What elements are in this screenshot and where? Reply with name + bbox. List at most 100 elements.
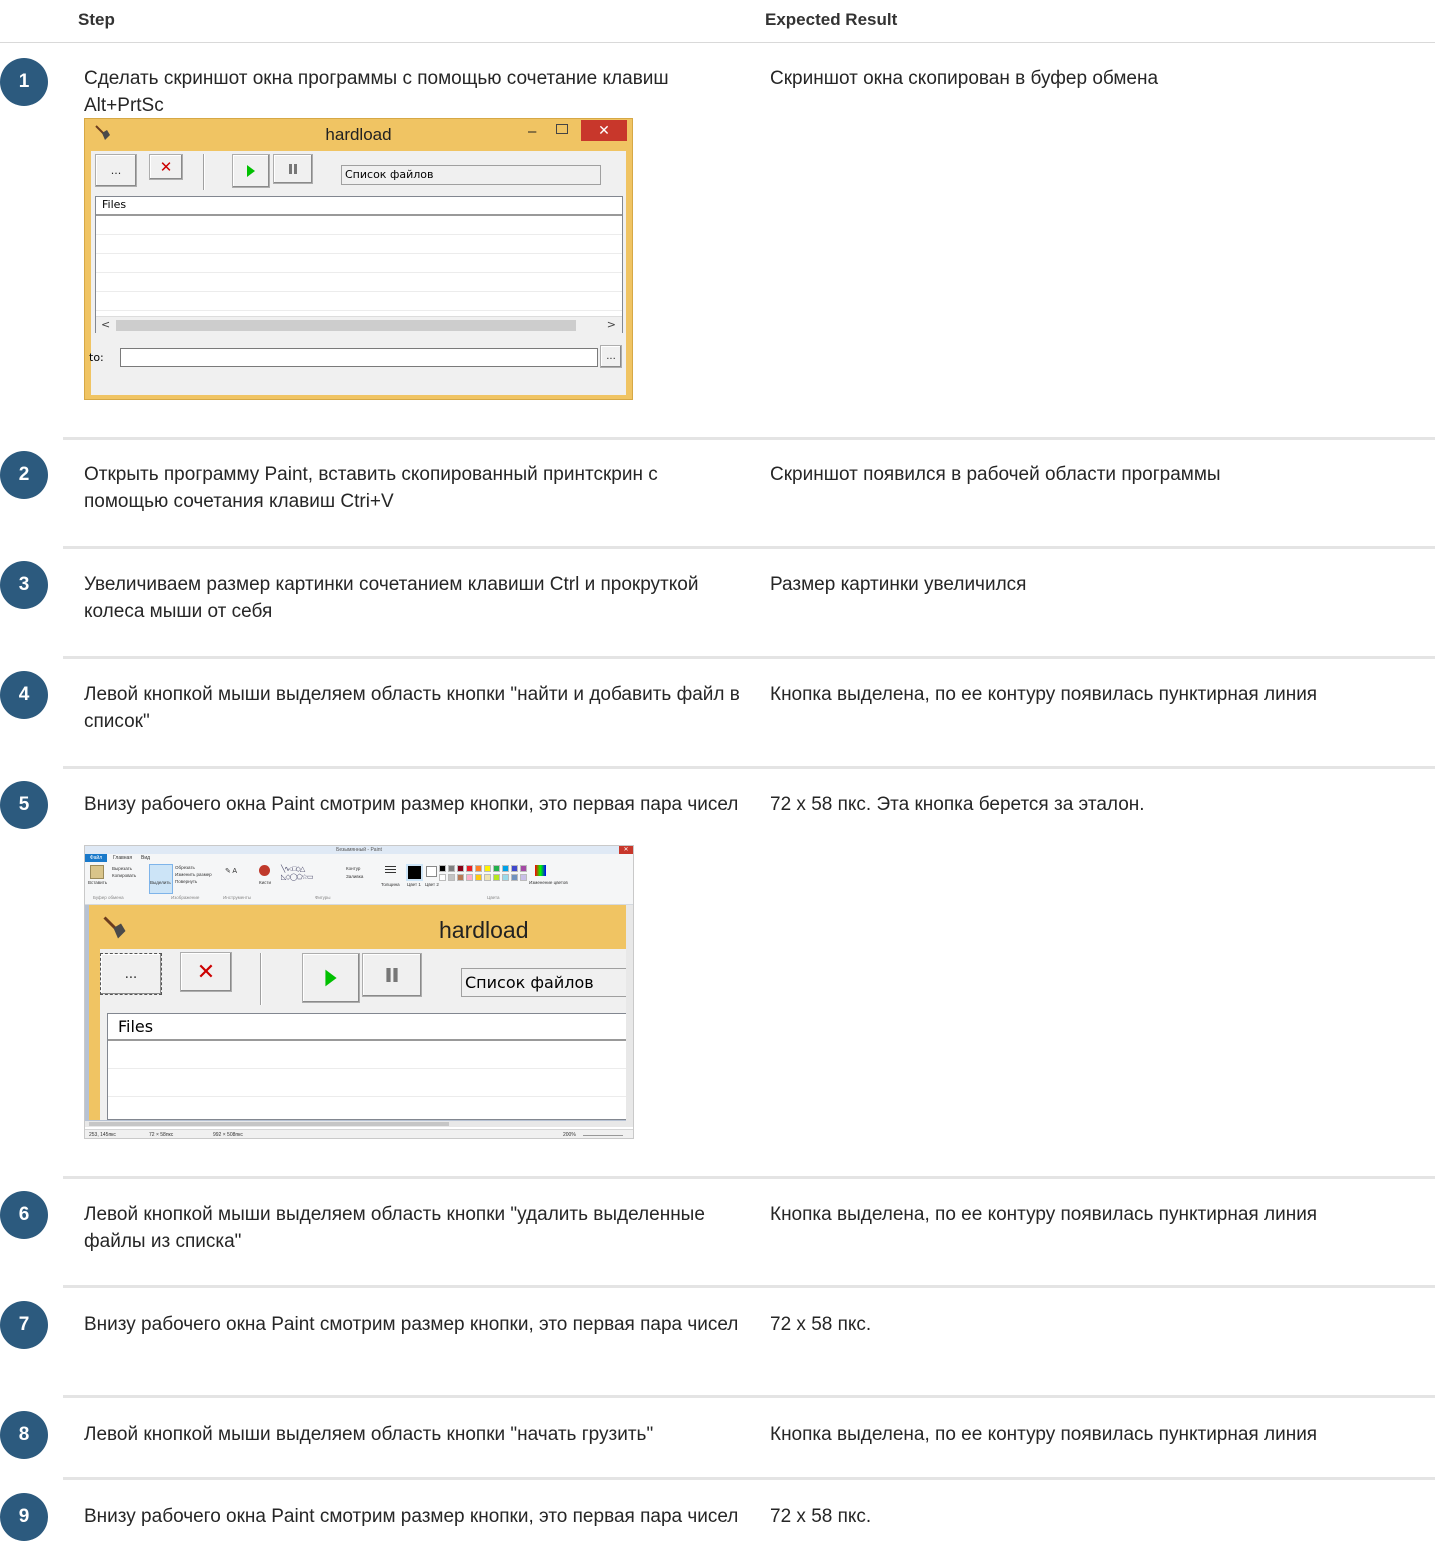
zoomed-client-area: ... ✕ Список файлов Files — [100, 949, 631, 1120]
step-number-badge: 8 — [0, 1411, 48, 1459]
zoomed-find-add-file-button: ... — [100, 953, 162, 995]
step-text: Левой кнопкой мыши выделяем область кноп… — [84, 1424, 654, 1445]
zoom-slider — [583, 1135, 623, 1136]
color1-label: Цвет 1 — [407, 882, 421, 887]
file-list-combo: Список файлов — [341, 165, 601, 185]
row-divider — [63, 656, 1435, 659]
selection-size: 72 × 58пкс — [149, 1132, 174, 1138]
zoomed-files-list: Files — [107, 1013, 627, 1120]
palette-swatch — [457, 874, 464, 881]
step-text: Открыть программу Paint, вставить скопир… — [84, 464, 658, 512]
minimize-icon: – — [528, 123, 537, 140]
select-label: Выделить — [150, 880, 171, 885]
edit-colors-icon — [535, 865, 546, 876]
window-title: hardload — [325, 125, 392, 144]
row-divider — [63, 1285, 1435, 1288]
paint-ribbon: Вставить Вырезать Копировать Буфер обмен… — [85, 862, 633, 905]
row-divider — [63, 437, 1435, 440]
brushes-label: Кисти — [259, 880, 271, 885]
zoomed-file-list-combo: Список файлов — [461, 968, 631, 997]
step-text: Левой кнопкой мыши выделяем область кноп… — [84, 684, 740, 732]
palette-swatch — [511, 874, 518, 881]
play-icon — [247, 165, 255, 177]
palette-swatch — [475, 865, 482, 872]
group-shapes-label: Фигуры — [315, 895, 331, 900]
palette-swatch — [493, 865, 500, 872]
paint-window-title: Безымянный - Paint — [336, 847, 382, 853]
palette-swatch — [502, 874, 509, 881]
step-number-badge: 4 — [0, 671, 48, 719]
shapes-icon: ◺◇◯⬠☆▭ — [281, 874, 314, 881]
step-number-badge: 6 — [0, 1191, 48, 1239]
palette-swatch — [448, 865, 455, 872]
thickness-icon — [385, 866, 396, 867]
paint-window-screenshot: Безымянный - Paint ✕ Файл Главная Вид Вс… — [84, 845, 634, 1139]
list-row — [108, 1041, 627, 1069]
palette-swatch — [475, 874, 482, 881]
palette-swatch — [484, 874, 491, 881]
zoomed-files-column-header: Files — [108, 1014, 627, 1041]
expected-result-text: 72 x 58 пкс. Эта кнопка берется за этало… — [770, 794, 1145, 815]
cursor-coordinates: 253, 145пкс — [89, 1132, 116, 1138]
list-row — [96, 235, 622, 254]
group-colors-label: Цвета — [487, 895, 500, 900]
image-size: 992 × 508пкс — [213, 1132, 243, 1138]
expected-result-text: Кнопка выделена, по ее контуру появилась… — [770, 1204, 1318, 1225]
select-tool — [149, 864, 173, 894]
fill-label: Заливка — [346, 874, 364, 879]
palette-swatch — [493, 874, 500, 881]
copy-label: Копировать — [112, 873, 137, 878]
close-icon: ✕ — [581, 120, 627, 141]
step-text: Внизу рабочего окна Paint смотрим размер… — [84, 1506, 739, 1527]
row-divider — [63, 766, 1435, 769]
expected-result-column-header: Expected Result — [765, 10, 898, 29]
color2-label: Цвет 2 — [425, 882, 439, 887]
palette-swatch — [520, 874, 527, 881]
toolbar-separator — [203, 154, 205, 190]
zoomed-window-title: hardload — [439, 917, 529, 943]
toolbar-separator — [260, 953, 262, 1005]
window-title-bar: hardload – ✕ — [85, 119, 632, 149]
edit-colors-label: Изменение цветов — [529, 880, 568, 885]
window-client-area: ... ✕ Список файлов Files < > to: ... — [89, 151, 626, 395]
close-icon: ✕ — [619, 846, 633, 854]
expected-result-text: 72 x 58 пкс. — [770, 1506, 872, 1527]
crop-label: Обрезать — [175, 865, 195, 870]
pause-icon — [386, 968, 398, 982]
palette-swatch — [439, 874, 446, 881]
step-text: Увеличиваем размер картинки сочетанием к… — [84, 574, 699, 622]
palette-swatch — [439, 865, 446, 872]
palette-swatch — [484, 865, 491, 872]
list-row — [96, 273, 622, 292]
paint-ribbon-tabs: Файл Главная Вид — [85, 854, 633, 862]
cut-label: Вырезать — [112, 866, 133, 871]
scroll-right-icon: > — [606, 318, 616, 331]
step-number-badge: 3 — [0, 561, 48, 609]
group-image-label: Изображение — [171, 895, 200, 900]
step-number-badge: 9 — [0, 1493, 48, 1541]
maximize-icon — [556, 124, 568, 134]
step-text: Левой кнопкой мыши выделяем область кноп… — [84, 1204, 705, 1252]
zoomed-hardload-screenshot: hardload ... ✕ Список файлов Files — [89, 905, 631, 1120]
tab-file: Файл — [85, 854, 107, 862]
scrollbar-thumb — [116, 320, 576, 331]
tab-home: Главная — [113, 855, 133, 861]
row-divider — [63, 546, 1435, 549]
destination-label: to: — [89, 351, 104, 364]
shapes-icon: ╲∿○□◇△ — [281, 866, 305, 873]
color1-swatch — [406, 864, 423, 881]
paint-title-bar: Безымянный - Paint ✕ — [85, 846, 633, 854]
step-number-badge: 5 — [0, 781, 48, 829]
paint-canvas: hardload ... ✕ Список файлов Files — [85, 905, 633, 1127]
palette-swatch — [466, 874, 473, 881]
palette-swatch — [511, 865, 518, 872]
palette-swatch — [457, 865, 464, 872]
files-column-header: Files — [96, 197, 622, 216]
table-header: Step Expected Result — [0, 0, 1435, 43]
palette-swatch — [502, 865, 509, 872]
scrollbar-thumb — [89, 1122, 449, 1126]
scroll-left-icon: < — [101, 318, 111, 331]
step-number-badge: 1 — [0, 58, 48, 106]
zoom-level: 200% — [563, 1132, 576, 1138]
list-row — [96, 292, 622, 311]
